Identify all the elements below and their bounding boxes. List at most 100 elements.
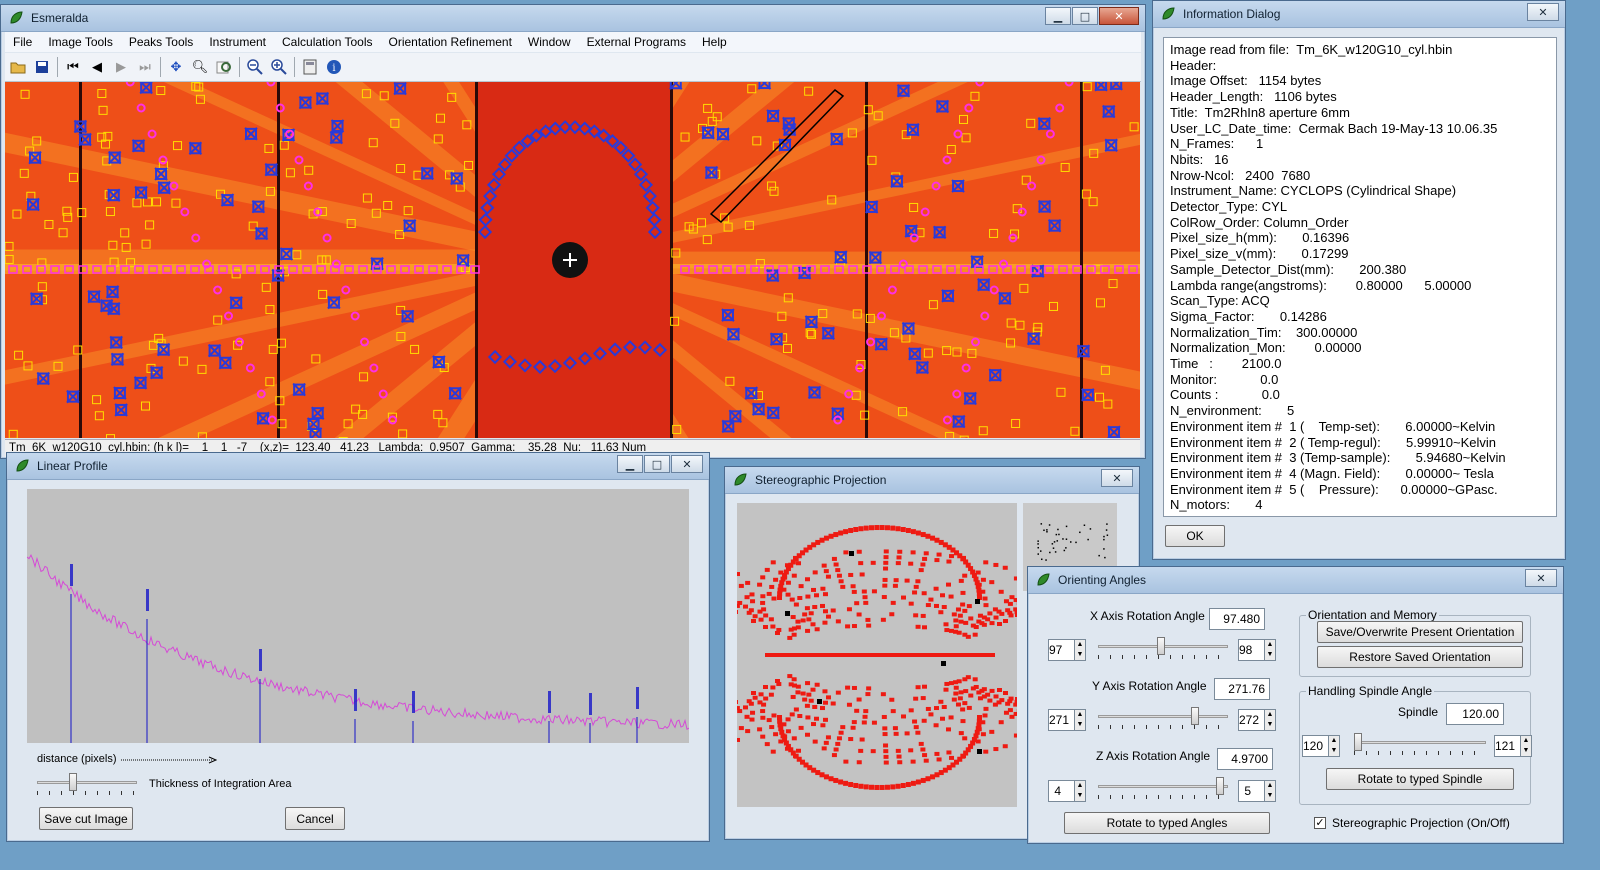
stereo-point (856, 612, 862, 617)
stereo-point (973, 684, 979, 689)
spindle-slider[interactable] (1354, 733, 1486, 755)
stereo-point (735, 737, 741, 742)
menu-item[interactable]: Calculation Tools (274, 35, 381, 49)
restore-orientation-button[interactable]: Restore Saved Orientation (1317, 646, 1523, 668)
y-min-stepper-arrows[interactable]: ▲ ▼ (1074, 709, 1086, 731)
stereo-checkbox[interactable]: ✓ (1314, 817, 1326, 829)
z-min-stepper-arrows[interactable]: ▲ ▼ (1074, 780, 1086, 802)
menu-item[interactable]: External Programs (579, 35, 694, 49)
spindle-min-stepper-arrows[interactable]: ▲ ▼ (1328, 735, 1340, 757)
info-line: Normalization_Mon: 0.00000 (1170, 340, 1362, 356)
stereo-point (735, 572, 741, 577)
menu-item[interactable]: Help (694, 35, 735, 49)
menu-item[interactable]: Peaks Tools (121, 35, 201, 49)
last-icon[interactable]: ⏭ (136, 58, 154, 76)
y-max-stepper[interactable]: 272 (1238, 709, 1266, 731)
rotate-to-typed-spindle-button[interactable]: Rotate to typed Spindle (1326, 768, 1514, 790)
peak-marker (906, 123, 920, 137)
find-icon[interactable] (215, 58, 233, 76)
stereo-point (776, 682, 782, 687)
y-angle-slider[interactable] (1098, 707, 1228, 729)
info-icon[interactable]: i (325, 58, 343, 76)
z-angle-input[interactable]: 4.9700 (1217, 748, 1273, 770)
y-max-stepper-arrows[interactable]: ▲ ▼ (1264, 709, 1276, 731)
first-icon[interactable]: ⏮ (64, 58, 82, 76)
x-min-stepper[interactable]: 97 (1048, 639, 1076, 661)
x-min-stepper-arrows[interactable]: ▲ ▼ (1074, 639, 1086, 661)
stereo-point (904, 578, 910, 583)
stereo-point (770, 560, 776, 565)
z-angle-slider[interactable] (1098, 777, 1228, 799)
slider-thumb[interactable] (69, 773, 77, 791)
ok-button[interactable]: OK (1165, 525, 1225, 547)
menu-item[interactable]: Image Tools (40, 35, 120, 49)
stereo-point (953, 691, 959, 696)
spindle-min-stepper[interactable]: 120 (1302, 735, 1330, 757)
stereo-point (856, 549, 862, 554)
thickness-slider[interactable] (37, 773, 137, 795)
peak-marker (66, 389, 80, 404)
x-angle-slider[interactable] (1098, 637, 1228, 659)
detector-image-canvas[interactable] (5, 82, 1140, 438)
close-icon[interactable]: ✕ (1525, 569, 1557, 587)
minimize-icon[interactable]: ▁ (1045, 7, 1071, 25)
stereo-projection-chart[interactable] (713, 503, 1050, 807)
minimize-icon[interactable]: ▁ (617, 455, 643, 473)
stereo-point (822, 717, 828, 722)
menu-item[interactable]: File (5, 35, 40, 49)
maximize-icon[interactable]: □ (644, 455, 670, 473)
slider-thumb[interactable] (1216, 777, 1225, 795)
rotate-to-typed-angles-button[interactable]: Rotate to typed Angles (1064, 812, 1270, 834)
cancel-button[interactable]: Cancel (285, 807, 345, 830)
close-icon[interactable]: ✕ (671, 455, 703, 473)
stereographic-titlebar[interactable]: Stereographic Projection ✕ (725, 467, 1139, 494)
open-folder-icon[interactable] (9, 58, 27, 76)
zoom-out-icon[interactable] (246, 58, 264, 76)
stereo-point (960, 719, 966, 724)
stereo-point (785, 717, 791, 722)
stereo-plot[interactable] (713, 503, 1050, 807)
detector-image[interactable] (5, 82, 1140, 438)
information-titlebar[interactable]: Information Dialog ✕ (1153, 1, 1565, 28)
stereo-point (863, 525, 869, 531)
z-max-stepper-arrows[interactable]: ▲ ▼ (1264, 780, 1276, 802)
close-icon[interactable]: ✕ (1101, 469, 1133, 487)
zoom-icon[interactable]: 🔍︎ (191, 58, 209, 76)
maximize-icon[interactable]: □ (1072, 7, 1098, 25)
stereo-point (949, 554, 955, 559)
x-max-stepper[interactable]: 98 (1238, 639, 1266, 661)
y-angle-input[interactable]: 271.76 (1214, 678, 1270, 700)
x-max-stepper-arrows[interactable]: ▲ ▼ (1264, 639, 1276, 661)
main-titlebar[interactable]: Esmeralda ▁ □ ✕ (1, 5, 1145, 32)
z-max-stepper[interactable]: 5 (1238, 780, 1266, 802)
stereo-point (912, 590, 918, 595)
slider-thumb[interactable] (1190, 707, 1199, 725)
menu-item[interactable]: Window (520, 35, 579, 49)
spindle-input[interactable]: 120.00 (1446, 703, 1504, 725)
move-icon[interactable]: ✥ (167, 58, 185, 76)
calculator-icon[interactable] (301, 58, 319, 76)
stereo-point (966, 604, 972, 609)
x-angle-input[interactable]: 97.480 (1209, 608, 1265, 630)
slider-thumb[interactable] (1354, 733, 1362, 751)
slider-thumb[interactable] (1156, 637, 1165, 655)
prev-icon[interactable]: ◀ (88, 58, 106, 76)
orienting-angles-titlebar[interactable]: Orienting Angles ✕ (1028, 567, 1563, 594)
linear-profile-titlebar[interactable]: Linear Profile ▁ □ ✕ (7, 453, 709, 480)
close-icon[interactable]: ✕ (1527, 3, 1559, 21)
spindle-max-stepper-arrows[interactable]: ▲ ▼ (1520, 735, 1532, 757)
stereo-point (861, 589, 867, 594)
save-orientation-button[interactable]: Save/Overwrite Present Orientation (1317, 621, 1523, 643)
menu-item[interactable]: Orientation Refinement (381, 35, 520, 49)
save-icon[interactable] (33, 58, 51, 76)
spindle-max-stepper[interactable]: 121 (1494, 735, 1522, 757)
stereo-point (835, 741, 841, 746)
zoom-in-icon[interactable] (270, 58, 288, 76)
next-icon[interactable]: ▶ (112, 58, 130, 76)
menu-item[interactable]: Instrument (201, 35, 274, 49)
z-min-stepper[interactable]: 4 (1048, 780, 1076, 802)
close-icon[interactable]: ✕ (1099, 7, 1139, 25)
stereo-point (787, 635, 793, 640)
save-cut-image-button[interactable]: Save cut Image (39, 807, 133, 830)
y-min-stepper[interactable]: 271 (1048, 709, 1076, 731)
